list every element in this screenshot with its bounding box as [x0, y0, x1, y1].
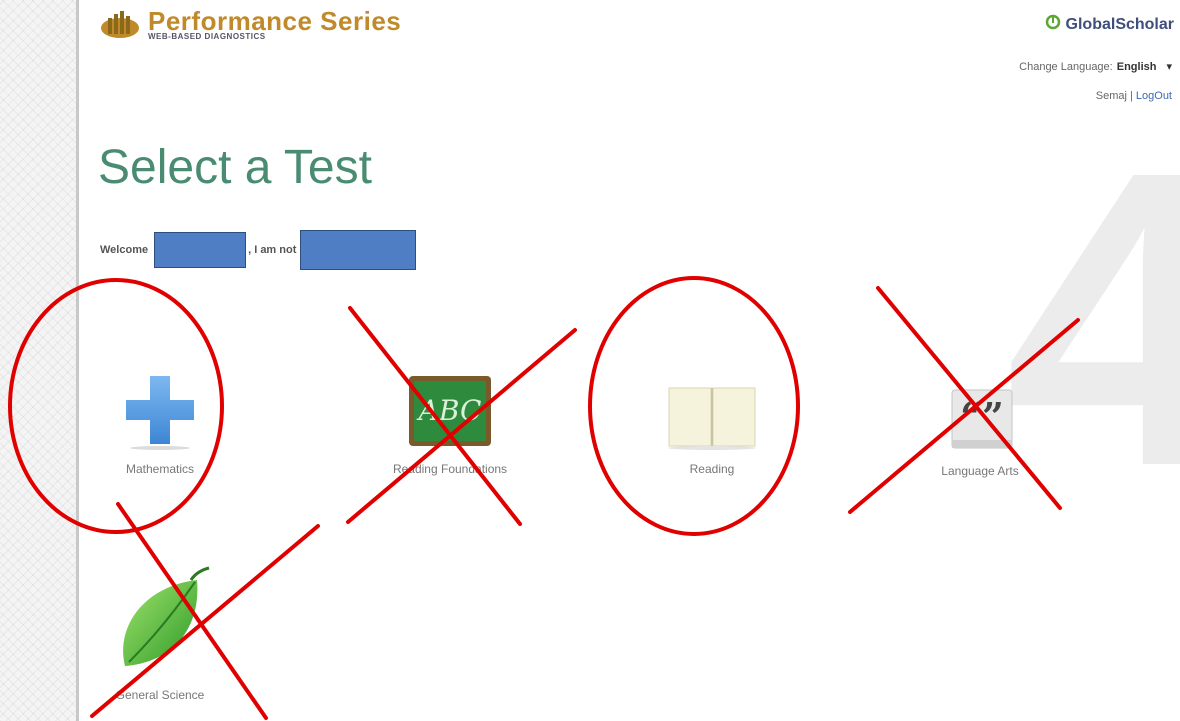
welcome-line: Welcome , I am not — [100, 230, 417, 270]
test-tile-reading[interactable]: Reading — [622, 378, 802, 478]
logo-mark-icon — [101, 11, 139, 38]
svg-text:“”: “” — [960, 394, 1004, 439]
test-tile-reading-foundations[interactable]: ABC Reading Foundations — [360, 372, 540, 478]
test-label: Language Arts — [941, 464, 1019, 478]
test-label: Mathematics — [125, 462, 195, 476]
test-tile-language-arts[interactable]: “” Language Arts — [890, 372, 1070, 480]
change-language-label: Change Language: — [1019, 60, 1113, 73]
language-selector-row: Change Language: English ▾ — [1019, 60, 1172, 74]
chalkboard-abc-icon: ABC — [409, 376, 491, 446]
globalscholar-logo: GlobalScholar — [1044, 14, 1174, 36]
user-line: Semaj | LogOut — [1096, 90, 1172, 102]
test-label: Reading Foundations — [392, 462, 508, 476]
separator: | — [1129, 90, 1133, 102]
redacted-name-box — [300, 230, 417, 270]
chevron-down-icon: ▾ — [1166, 61, 1172, 73]
globalscholar-mark-icon — [1045, 14, 1060, 30]
test-tile-mathematics[interactable]: Mathematics — [70, 370, 250, 478]
logo-title: Performance Series — [148, 6, 402, 36]
page-title: Select a Test — [98, 141, 372, 194]
redacted-name-box — [154, 232, 247, 268]
open-book-icon — [668, 387, 756, 450]
user-name: Semaj — [1095, 90, 1127, 102]
performance-series-logo: Performance Series WEB-BASED DIAGNOSTICS — [100, 8, 401, 41]
test-label: General Science — [115, 688, 205, 702]
not-label: , I am not — [248, 244, 297, 256]
logout-link[interactable]: LogOut — [1136, 90, 1172, 102]
leaf-icon — [123, 566, 210, 666]
test-tile-general-science[interactable]: General Science — [70, 566, 250, 704]
plus-icon — [126, 376, 194, 450]
left-background-strip — [0, 0, 76, 721]
language-select[interactable]: English ▾ — [1116, 60, 1172, 74]
brand-name: GlobalScholar — [1065, 16, 1174, 33]
quote-marks-icon: “” — [951, 389, 1013, 449]
welcome-label: Welcome — [100, 244, 149, 256]
language-select-value: English — [1116, 60, 1157, 73]
svg-text:ABC: ABC — [416, 394, 482, 427]
test-label: Reading — [689, 462, 735, 476]
